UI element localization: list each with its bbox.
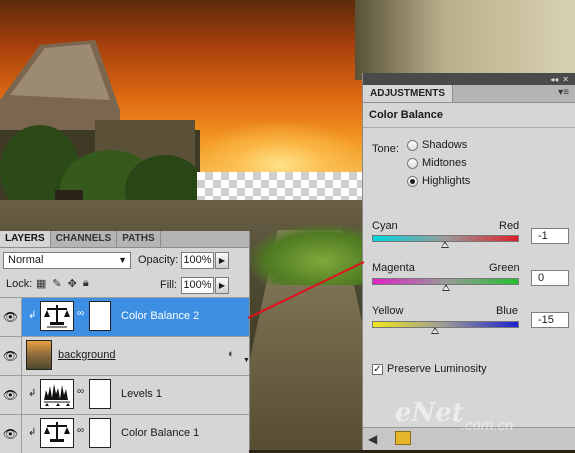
fill-field[interactable]: 100% <box>181 277 214 294</box>
expand-arrow-icon[interactable]: ▼ <box>243 357 250 364</box>
tab-channels[interactable]: CHANNELS <box>51 231 118 247</box>
transparent-area <box>197 172 365 202</box>
layer-row-background[interactable]: 👁︎ background ◐ ▼ <box>0 336 250 375</box>
layer-mask-thumbnail[interactable] <box>89 379 111 409</box>
magenta-green-value-field[interactable]: 0 <box>531 270 569 286</box>
radio-button[interactable] <box>407 157 418 169</box>
back-arrow-icon[interactable]: ◀ <box>368 432 377 446</box>
yellow-blue-value-field[interactable]: -15 <box>531 312 569 328</box>
grass-patch <box>250 225 370 285</box>
preserve-luminosity-checkbox[interactable]: ✓ Preserve Luminosity <box>372 363 487 375</box>
checkbox-label: Preserve Luminosity <box>387 363 487 375</box>
building-wall-right <box>355 0 575 80</box>
opacity-label: Opacity: <box>138 254 179 266</box>
lock-position-icon[interactable]: ✥ <box>68 277 77 290</box>
layer-mask-thumbnail[interactable] <box>89 418 111 448</box>
image-thumbnail <box>26 340 52 370</box>
chevron-down-icon: ▼ <box>118 255 127 265</box>
fill-label: Fill: <box>160 279 178 291</box>
tab-adjustments[interactable]: ADJUSTMENTS <box>363 85 454 102</box>
slider-label-cyan: Cyan <box>372 220 398 232</box>
lock-options: ▦ ✎ ✥ 🔒︎ <box>36 277 89 290</box>
yellow-blue-slider-track[interactable] <box>372 321 519 328</box>
slider-label-red: Red <box>499 220 520 232</box>
adjustments-panel: ◂◂ ✕ ADJUSTMENTS ▾≡ Color Balance Tone: … <box>362 73 575 450</box>
visibility-eye-icon[interactable]: 👁︎ <box>0 298 22 336</box>
slider-label-blue: Blue <box>496 305 519 317</box>
tone-label: Tone: <box>372 143 399 155</box>
layer-row-levels-1[interactable]: 👁︎ ↲ ∞ Levels 1 <box>0 375 249 414</box>
adjustment-title: Color Balance <box>369 109 443 121</box>
fill-slider-button[interactable]: ▶ <box>215 277 229 294</box>
checkbox[interactable]: ✓ <box>372 363 383 375</box>
panel-menu-icon[interactable]: ▾≡ <box>558 87 569 98</box>
radio-button[interactable] <box>407 175 418 187</box>
layer-mask-thumbnail[interactable] <box>89 301 111 331</box>
opacity-field[interactable]: 100% <box>181 252 214 269</box>
lock-pixels-icon[interactable]: ✎ <box>52 277 61 290</box>
chain-link-icon[interactable]: ∞ <box>77 308 84 319</box>
visibility-eye-icon[interactable]: 👁︎ <box>0 376 22 414</box>
panel-titlebar: ◂◂ ✕ <box>363 73 575 85</box>
cyan-red-value-field[interactable]: -1 <box>531 228 569 244</box>
close-icon[interactable]: ✕ <box>562 75 569 84</box>
layer-row-color-balance-1[interactable]: 👁︎ ↲ ∞ Color Balance 1 <box>0 414 249 453</box>
layer-name: Color Balance 2 <box>121 310 200 322</box>
radio-label: Midtones <box>422 157 467 169</box>
smart-filter-icon: ◐ <box>228 348 235 360</box>
slider-label-yellow: Yellow <box>372 305 404 317</box>
tab-layers[interactable]: LAYERS <box>0 231 51 247</box>
clip-arrow-icon: ↲ <box>28 427 37 438</box>
blend-mode-value: Normal <box>8 254 44 266</box>
slider-label-magenta: Magenta <box>372 262 415 274</box>
opacity-slider-button[interactable]: ▶ <box>215 252 229 269</box>
clip-arrow-icon: ↲ <box>28 310 37 321</box>
clip-arrow-icon: ↲ <box>28 388 37 399</box>
radio-label: Highlights <box>422 175 471 187</box>
divider <box>363 127 575 128</box>
tab-paths[interactable]: PATHS <box>117 231 161 247</box>
layer-name: background <box>58 349 116 361</box>
magenta-green-slider-thumb[interactable] <box>441 284 450 291</box>
layer-name: Levels 1 <box>121 388 162 400</box>
radio-shadows[interactable]: Shadows <box>407 139 467 151</box>
slider-label-green: Green <box>489 262 520 274</box>
radio-button[interactable] <box>407 139 418 151</box>
color-balance-icon <box>40 301 74 331</box>
layer-row-color-balance-2[interactable]: 👁︎ ↲ ∞ Color Balance 2 <box>0 297 249 336</box>
layer-name: Color Balance 1 <box>121 427 200 439</box>
radio-label: Shadows <box>422 139 468 151</box>
cyan-red-slider-thumb[interactable] <box>440 241 449 248</box>
visibility-eye-icon[interactable]: 👁︎ <box>0 337 22 375</box>
radio-highlights[interactable]: Highlights <box>407 175 470 187</box>
visibility-eye-icon[interactable]: 👁︎ <box>0 415 22 453</box>
watermark-domain: .com.cn <box>461 417 514 434</box>
layer-list: 👁︎ ↲ ∞ Color Balance 2 👁︎ background ◐ ▼ <box>0 297 250 453</box>
levels-icon <box>40 379 74 409</box>
lock-all-icon[interactable]: 🔒︎ <box>83 277 89 290</box>
radio-midtones[interactable]: Midtones <box>407 157 467 169</box>
collapse-icon[interactable]: ◂◂ <box>550 75 558 84</box>
layers-panel-tabs: LAYERS CHANNELS PATHS <box>0 231 249 248</box>
blend-mode-select[interactable]: Normal ▼ <box>3 252 131 269</box>
lock-transparency-icon[interactable]: ▦ <box>36 277 46 290</box>
lock-label: Lock: <box>6 278 33 290</box>
layers-panel: LAYERS CHANNELS PATHS Normal ▼ Opacity: … <box>0 231 250 453</box>
adjustments-tabbar: ADJUSTMENTS ▾≡ <box>363 85 575 103</box>
color-balance-icon <box>40 418 74 448</box>
watermark-logo: eNet <box>395 398 464 428</box>
chain-link-icon[interactable]: ∞ <box>77 425 84 436</box>
clip-to-layer-icon[interactable] <box>395 431 411 445</box>
yellow-blue-slider-thumb[interactable] <box>430 327 439 334</box>
chain-link-icon[interactable]: ∞ <box>77 386 84 397</box>
